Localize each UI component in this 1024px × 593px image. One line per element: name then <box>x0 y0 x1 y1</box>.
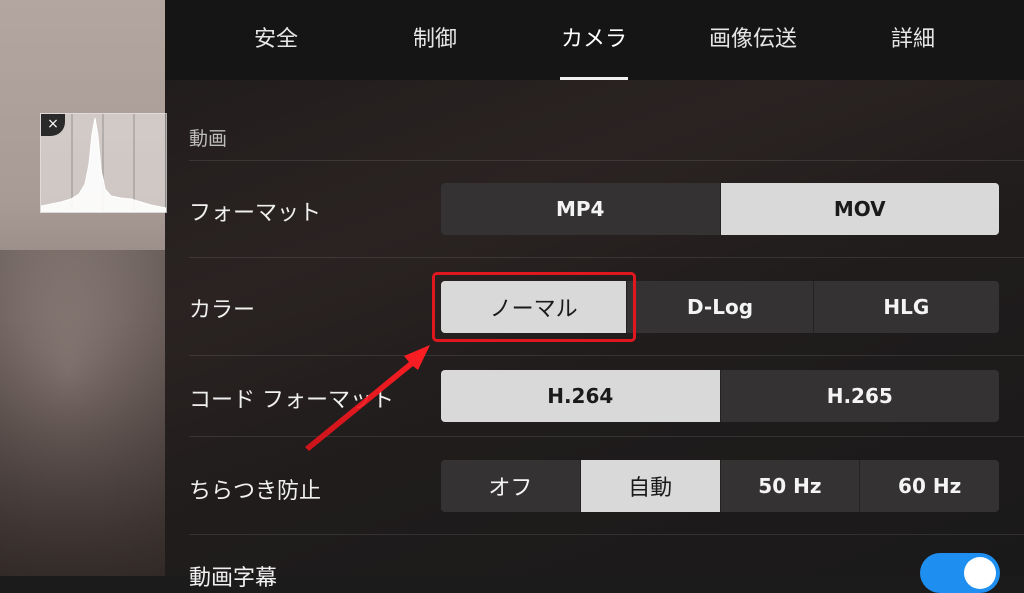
subtitle-toggle[interactable] <box>920 553 1000 593</box>
highlight-box <box>432 272 636 342</box>
codec-label: コード フォーマット <box>189 388 394 413</box>
color-option-dlog[interactable]: D-Log <box>627 281 814 333</box>
tab-camera[interactable]: カメラ <box>524 0 664 80</box>
flicker-selector: オフ 自動 50 Hz 60 Hz <box>441 460 999 512</box>
codec-option-h264[interactable]: H.264 <box>441 370 721 422</box>
format-option-mp4[interactable]: MP4 <box>441 183 721 235</box>
tab-advanced[interactable]: 詳細 <box>843 0 983 80</box>
tab-bar: 安全 制御 カメラ 画像伝送 詳細 <box>165 0 1024 80</box>
tab-control[interactable]: 制御 <box>365 0 505 80</box>
divider <box>189 534 1024 535</box>
toggle-knob <box>964 557 996 589</box>
flicker-option-50hz[interactable]: 50 Hz <box>721 460 861 512</box>
subtitle-label: 動画字幕 <box>189 566 278 591</box>
divider <box>189 257 1024 258</box>
color-label: カラー <box>189 298 256 323</box>
divider <box>189 355 1024 356</box>
color-option-hlg[interactable]: HLG <box>814 281 999 333</box>
section-title: 動画 <box>189 128 228 150</box>
format-label: フォーマット <box>189 201 322 226</box>
tab-safety[interactable]: 安全 <box>206 0 346 80</box>
flicker-label: ちらつき防止 <box>189 479 322 504</box>
flicker-option-auto[interactable]: 自動 <box>580 460 721 512</box>
format-option-mov[interactable]: MOV <box>720 183 999 235</box>
flicker-option-60hz[interactable]: 60 Hz <box>860 460 999 512</box>
flicker-option-off[interactable]: オフ <box>441 460 581 512</box>
codec-selector: H.264 H.265 <box>441 370 999 422</box>
format-selector: MP4 MOV <box>441 183 999 235</box>
divider <box>189 160 1024 161</box>
histogram-widget[interactable]: × <box>40 113 167 213</box>
active-tab-indicator <box>560 77 628 80</box>
codec-option-h265[interactable]: H.265 <box>721 370 1000 422</box>
camera-live-view <box>0 0 165 576</box>
divider <box>189 436 1024 437</box>
tab-transmission[interactable]: 画像伝送 <box>683 0 823 80</box>
